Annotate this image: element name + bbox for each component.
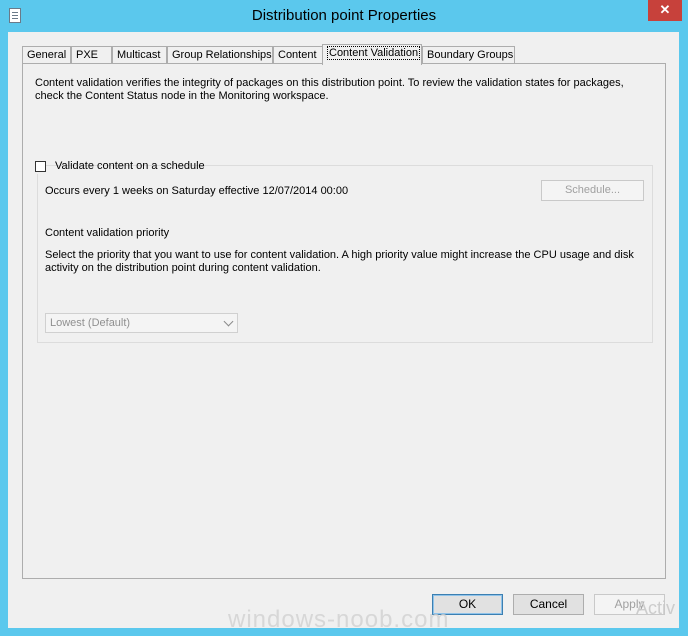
priority-select-value: Lowest (Default) <box>50 317 131 329</box>
tab-content-validation[interactable]: Content Validation <box>322 44 422 65</box>
window-title: Distribution point Properties <box>251 7 437 24</box>
validate-schedule-label[interactable]: Validate content on a schedule <box>55 160 205 172</box>
tab-multicast[interactable]: Multicast <box>112 46 167 63</box>
dialog-window: Distribution point Properties ✕ General … <box>0 0 688 636</box>
content-validation-panel: Content validation verifies the integrit… <box>22 63 666 579</box>
priority-title: Content validation priority <box>45 227 170 239</box>
priority-select[interactable]: Lowest (Default) <box>45 313 238 333</box>
tab-content[interactable]: Content <box>273 46 323 63</box>
tab-boundary-groups[interactable]: Boundary Groups <box>422 46 515 63</box>
validate-schedule-checkbox[interactable] <box>35 161 46 172</box>
dialog-client-area: General PXE Multicast Group Relationship… <box>8 32 679 628</box>
priority-description: Select the priority that you want to use… <box>45 249 634 274</box>
tab-general[interactable]: General <box>22 46 71 63</box>
schedule-summary: Occurs every 1 weeks on Saturday effecti… <box>45 185 349 197</box>
activation-watermark: Activ <box>636 598 676 618</box>
chevron-down-icon <box>223 316 234 327</box>
watermark-text: windows-noob.com <box>228 606 450 633</box>
panel-description: Content validation verifies the integrit… <box>35 77 624 102</box>
schedule-button[interactable]: Schedule... <box>541 180 644 201</box>
title-bar[interactable]: Distribution point Properties ✕ <box>0 0 688 32</box>
cancel-button[interactable]: Cancel <box>513 594 584 615</box>
validate-schedule-row[interactable]: Validate content on a schedule <box>35 160 205 174</box>
close-icon[interactable]: ✕ <box>648 0 682 21</box>
tab-group-relationships[interactable]: Group Relationships <box>167 46 273 63</box>
tab-content-validation-label: Content Validation <box>327 46 421 60</box>
tab-pxe[interactable]: PXE <box>71 46 112 63</box>
